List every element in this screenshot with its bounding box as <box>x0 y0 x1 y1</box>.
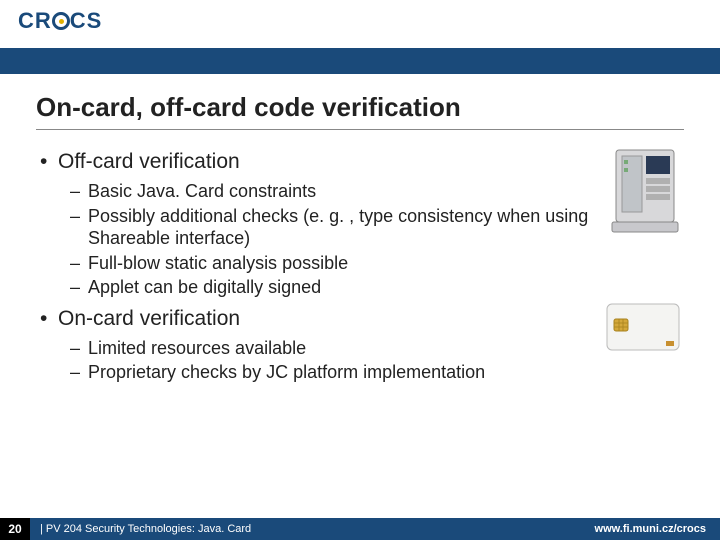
logo-ring-icon <box>52 12 70 30</box>
list-item: Proprietary checks by JC platform implem… <box>36 361 606 384</box>
list-item: Possibly additional checks (e. g. , type… <box>36 205 610 250</box>
footer-url: www.fi.muni.cz/crocs <box>595 523 720 535</box>
list-item: Limited resources available <box>36 337 606 360</box>
header-blue-bar <box>0 48 720 74</box>
slide-content: On-card, off-card code verification Off-… <box>0 74 720 386</box>
server-computer-icon <box>610 146 680 236</box>
page-number: 20 <box>0 518 30 540</box>
list-item: Applet can be digitally signed <box>36 276 610 299</box>
slide-title: On-card, off-card code verification <box>36 92 684 130</box>
footer-course-label: | PV 204 Security Technologies: Java. Ca… <box>30 523 251 535</box>
crocs-logo: CRCS <box>18 8 102 34</box>
section-oncard: On-card verification Limited resources a… <box>36 303 684 386</box>
footer-bar: 20 | PV 204 Security Technologies: Java.… <box>0 518 720 540</box>
smartcard-icon <box>606 303 680 351</box>
section2-heading: On-card verification <box>36 307 606 331</box>
section1-heading: Off-card verification <box>36 150 610 174</box>
list-item: Basic Java. Card constraints <box>36 180 610 203</box>
section-offcard: Off-card verification Basic Java. Card c… <box>36 146 684 301</box>
header: CRCS <box>0 0 720 48</box>
list-item: Full-blow static analysis possible <box>36 252 610 275</box>
